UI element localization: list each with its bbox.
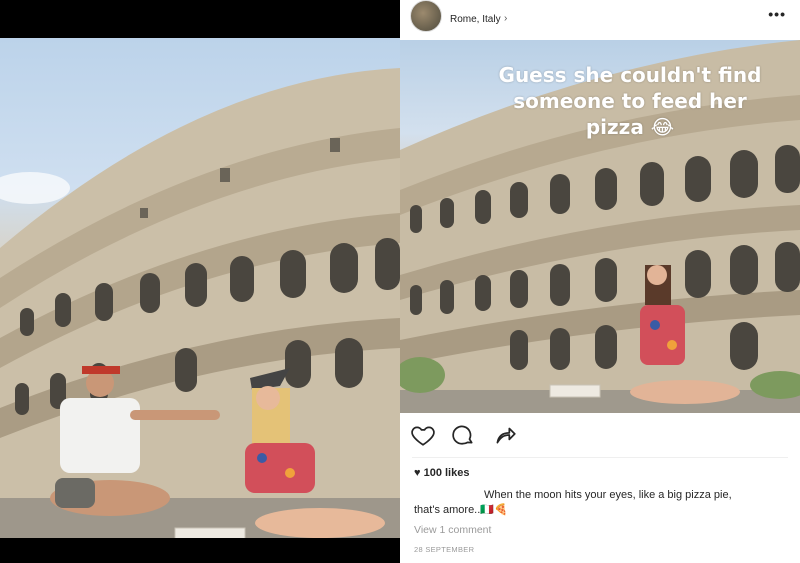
share-icon[interactable] bbox=[492, 422, 518, 448]
post-date: 28 SEPTEMBER bbox=[414, 545, 475, 554]
comment-icon[interactable] bbox=[450, 422, 476, 448]
colosseum-illustration bbox=[0, 68, 400, 538]
divider bbox=[412, 457, 788, 458]
post-actions bbox=[400, 422, 800, 452]
left-photo-panel bbox=[0, 0, 400, 563]
caption-line-1: When the moon hits your eyes, like a big… bbox=[484, 489, 732, 501]
post-header: Rome, Italy › ••• bbox=[400, 0, 800, 40]
likes-text: 100 likes bbox=[423, 467, 470, 479]
couple-colosseum-photo bbox=[0, 38, 400, 538]
more-options-icon[interactable]: ••• bbox=[768, 6, 786, 22]
story-overlay-text: Guess she couldn't find someone to feed … bbox=[498, 63, 762, 139]
location-link[interactable]: Rome, Italy bbox=[450, 14, 501, 25]
solo-colosseum-photo: Guess she couldn't find someone to feed … bbox=[400, 40, 800, 413]
chevron-right-icon: › bbox=[504, 13, 508, 24]
instagram-post: Rome, Italy › ••• Guess she couldn't fin… bbox=[400, 0, 800, 563]
heart-icon[interactable] bbox=[410, 422, 436, 448]
caption-line-2: that's amore..🇮🇹🍕 bbox=[414, 504, 508, 516]
view-comments-link[interactable]: View 1 comment bbox=[414, 524, 491, 536]
likes-count[interactable]: ♥ 100 likes bbox=[414, 467, 469, 479]
avatar[interactable] bbox=[410, 0, 442, 32]
heart-filled-icon: ♥ bbox=[414, 467, 421, 479]
